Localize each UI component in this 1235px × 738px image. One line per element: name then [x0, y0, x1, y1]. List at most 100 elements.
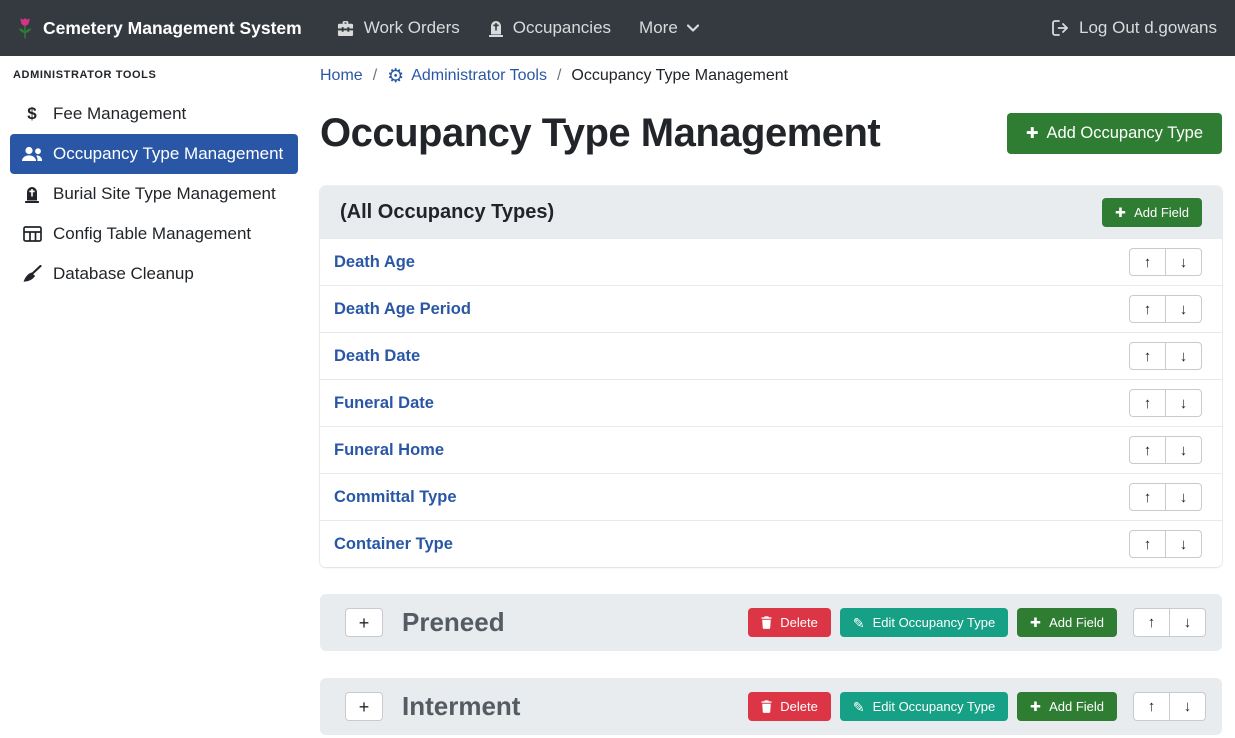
sidebar-item-database-cleanup[interactable]: Database Cleanup [10, 254, 298, 294]
expand-button[interactable]: + [345, 608, 383, 637]
pencil-icon: ✎ [853, 616, 865, 630]
reorder-buttons: ↑ ↓ [1129, 389, 1202, 417]
field-link-funeral-home[interactable]: Funeral Home [334, 441, 444, 460]
arrow-down-icon: ↓ [1180, 395, 1188, 412]
card-header: (All Occupancy Types) ✚ Add Field [320, 186, 1222, 238]
arrow-down-icon: ↓ [1184, 698, 1192, 715]
sidebar-item-config-table-management[interactable]: Config Table Management [10, 214, 298, 254]
move-up-button[interactable]: ↑ [1129, 295, 1166, 323]
sidebar-item-label: Fee Management [53, 104, 186, 124]
field-link-death-age-period[interactable]: Death Age Period [334, 300, 471, 319]
sidebar-item-fee-management[interactable]: $ Fee Management [10, 94, 298, 134]
edit-occupancy-type-button[interactable]: ✎ Edit Occupancy Type [840, 608, 1008, 637]
field-row: Funeral Date ↑ ↓ [320, 379, 1222, 426]
add-field-label: Add Field [1134, 205, 1189, 220]
field-link-death-age[interactable]: Death Age [334, 253, 415, 272]
arrow-down-icon: ↓ [1180, 536, 1188, 553]
move-up-button[interactable]: ↑ [1129, 483, 1166, 511]
move-up-button[interactable]: ↑ [1133, 692, 1170, 721]
occupancy-type-actions: Delete ✎ Edit Occupancy Type ✚ Add Field… [748, 692, 1206, 721]
nav-work-orders-label: Work Orders [364, 18, 460, 38]
breadcrumb-current: Occupancy Type Management [571, 67, 788, 85]
move-down-button[interactable]: ↓ [1165, 483, 1202, 511]
add-occupancy-type-button[interactable]: ✚ Add Occupancy Type [1007, 113, 1222, 154]
delete-button[interactable]: Delete [748, 608, 831, 637]
move-down-button[interactable]: ↓ [1169, 608, 1206, 637]
add-field-button[interactable]: ✚ Add Field [1017, 608, 1117, 637]
arrow-up-icon: ↑ [1144, 489, 1152, 506]
app-brand[interactable]: Cemetery Management System [16, 15, 302, 41]
arrow-down-icon: ↓ [1180, 254, 1188, 271]
move-down-button[interactable]: ↓ [1165, 389, 1202, 417]
breadcrumb-home-link[interactable]: Home [320, 67, 363, 85]
page-header: Occupancy Type Management ✚ Add Occupanc… [320, 106, 1222, 160]
move-down-button[interactable]: ↓ [1165, 295, 1202, 323]
add-field-label: Add Field [1049, 699, 1104, 714]
reorder-buttons: ↑ ↓ [1129, 436, 1202, 464]
reorder-buttons: ↑ ↓ [1129, 342, 1202, 370]
tombstone-icon [488, 19, 504, 37]
add-field-button[interactable]: ✚ Add Field [1017, 692, 1117, 721]
move-down-button[interactable]: ↓ [1165, 530, 1202, 558]
app-title: Cemetery Management System [43, 18, 302, 39]
logout-icon [1052, 20, 1070, 36]
card-title: (All Occupancy Types) [340, 201, 554, 224]
users-icon [20, 146, 44, 162]
field-row: Funeral Home ↑ ↓ [320, 426, 1222, 473]
nav-more[interactable]: More [625, 0, 713, 56]
occupancy-type-actions: Delete ✎ Edit Occupancy Type ✚ Add Field… [748, 608, 1206, 637]
arrow-down-icon: ↓ [1180, 301, 1188, 318]
page-title: Occupancy Type Management [320, 106, 880, 160]
sidebar-item-occupancy-type-management[interactable]: Occupancy Type Management [10, 134, 298, 174]
trash-icon [761, 616, 772, 629]
breadcrumb-admin-tools-link[interactable]: ⚙ Administrator Tools [387, 67, 547, 86]
move-up-button[interactable]: ↑ [1129, 530, 1166, 558]
move-down-button[interactable]: ↓ [1165, 248, 1202, 276]
delete-label: Delete [780, 615, 818, 630]
expand-button[interactable]: + [345, 692, 383, 721]
field-link-container-type[interactable]: Container Type [334, 535, 453, 554]
move-down-button[interactable]: ↓ [1169, 692, 1206, 721]
nav-occupancies[interactable]: Occupancies [474, 0, 625, 56]
breadcrumb-separator: / [373, 67, 377, 85]
breadcrumb-separator: / [557, 67, 561, 85]
move-down-button[interactable]: ↓ [1165, 342, 1202, 370]
main-content: Home / ⚙ Administrator Tools / Occupancy… [308, 56, 1235, 738]
broom-icon [20, 265, 44, 283]
flower-icon [16, 15, 34, 41]
delete-button[interactable]: Delete [748, 692, 831, 721]
move-down-button[interactable]: ↓ [1165, 436, 1202, 464]
plus-icon: + [359, 614, 370, 632]
move-up-button[interactable]: ↑ [1129, 342, 1166, 370]
add-field-button[interactable]: ✚ Add Field [1102, 198, 1202, 227]
logout-button[interactable]: Log Out d.gowans [1038, 0, 1219, 56]
sidebar-item-burial-site-type-management[interactable]: Burial Site Type Management [10, 174, 298, 214]
plus-icon: + [359, 698, 370, 716]
field-link-funeral-date[interactable]: Funeral Date [334, 394, 434, 413]
sidebar-section-header: ADMINISTRATOR TOOLS [0, 69, 308, 94]
move-up-button[interactable]: ↑ [1133, 608, 1170, 637]
arrow-up-icon: ↑ [1144, 348, 1152, 365]
move-up-button[interactable]: ↑ [1129, 248, 1166, 276]
move-up-button[interactable]: ↑ [1129, 389, 1166, 417]
edit-occupancy-type-button[interactable]: ✎ Edit Occupancy Type [840, 692, 1008, 721]
table-icon [20, 226, 44, 242]
plus-icon: ✚ [1030, 700, 1041, 713]
occupancy-type-bar-interment: + Interment Delete ✎ Edit Occupancy Type… [320, 678, 1222, 735]
add-occupancy-type-label: Add Occupancy Type [1046, 124, 1203, 143]
reorder-buttons: ↑ ↓ [1133, 608, 1206, 637]
nav-more-label: More [639, 18, 678, 38]
nav-work-orders[interactable]: Work Orders [322, 0, 474, 56]
tombstone-icon [20, 185, 44, 203]
toolbox-icon [336, 20, 355, 37]
top-navbar: Cemetery Management System Work Orders O… [0, 0, 1235, 56]
trash-icon [761, 700, 772, 713]
move-up-button[interactable]: ↑ [1129, 436, 1166, 464]
pencil-icon: ✎ [853, 700, 865, 714]
reorder-buttons: ↑ ↓ [1133, 692, 1206, 721]
sidebar-item-label: Occupancy Type Management [53, 144, 283, 164]
field-link-committal-type[interactable]: Committal Type [334, 488, 457, 507]
field-link-death-date[interactable]: Death Date [334, 347, 420, 366]
breadcrumb: Home / ⚙ Administrator Tools / Occupancy… [320, 64, 1222, 88]
arrow-down-icon: ↓ [1180, 348, 1188, 365]
